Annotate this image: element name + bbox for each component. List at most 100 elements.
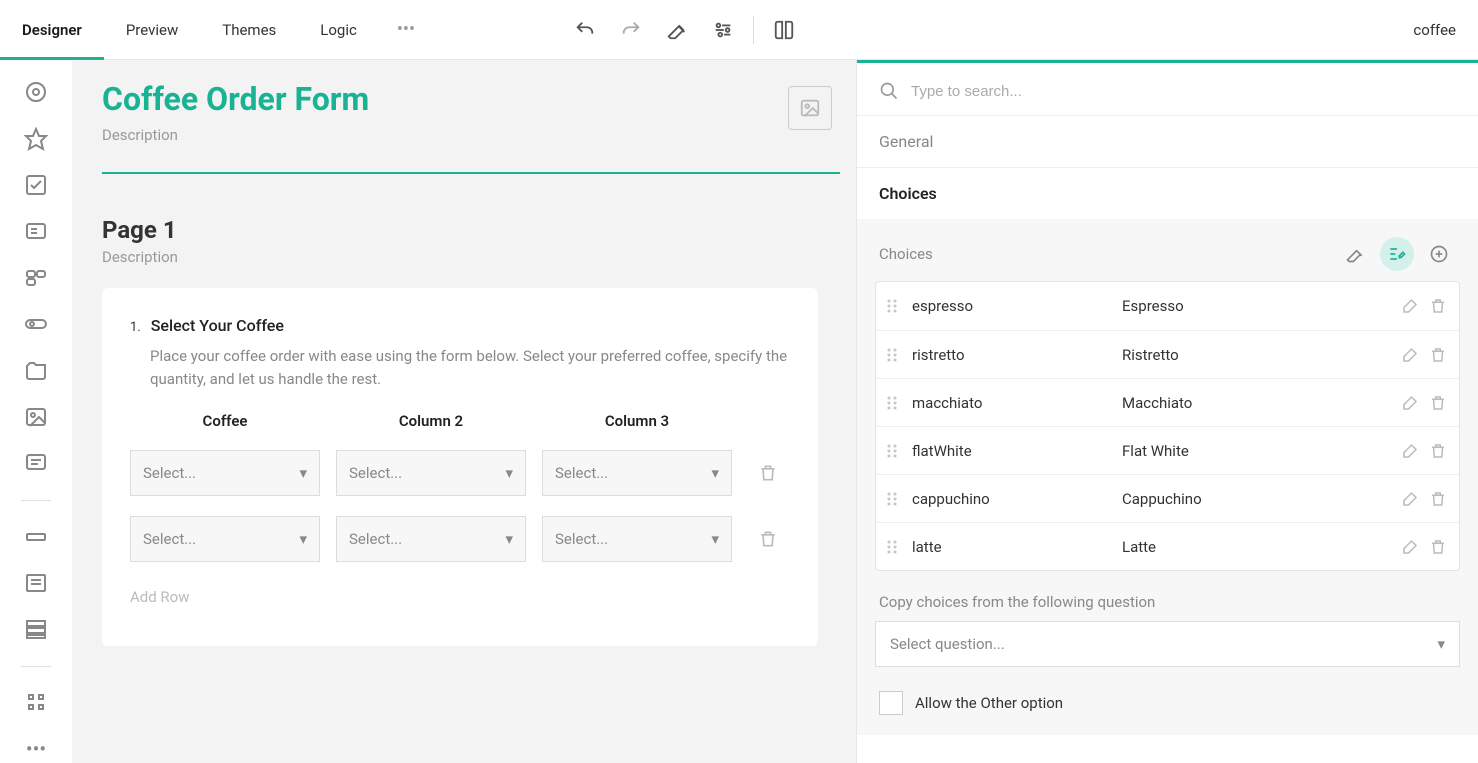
survey-name: coffee [1413,21,1478,39]
matrix-col-header[interactable]: Column 2 [336,412,526,430]
chevron-down-icon: ▾ [299,464,307,482]
section-choices[interactable]: Choices [857,168,1478,219]
drag-handle-icon[interactable] [886,491,898,507]
tool-dropdown-icon[interactable] [16,217,56,245]
tool-radiogroup-icon[interactable] [16,78,56,106]
question-title[interactable]: Select Your Coffee [151,316,284,335]
question-description[interactable]: Place your coffee order with ease using … [150,345,790,390]
tab-preview[interactable]: Preview [104,0,200,59]
drag-handle-icon[interactable] [886,443,898,459]
tool-matrix-icon[interactable] [16,615,56,643]
tool-image-icon[interactable] [16,403,56,431]
section-general[interactable]: General [857,116,1478,167]
edit-choice-icon[interactable] [1401,490,1419,508]
drag-handle-icon[interactable] [886,395,898,411]
search-input[interactable] [911,83,1456,100]
question-number: 1. [130,320,141,335]
choice-text[interactable]: Macchiato [1122,394,1401,412]
choice-text[interactable]: Espresso [1122,297,1401,315]
tab-themes[interactable]: Themes [200,0,298,59]
edit-choice-icon[interactable] [1401,538,1419,556]
choice-row[interactable]: cappuchinoCappuchino [876,474,1459,522]
form-title[interactable]: Coffee Order Form [102,80,369,118]
drag-handle-icon[interactable] [886,539,898,555]
delete-choice-icon[interactable] [1429,538,1447,556]
matrix-cell-select[interactable]: Select...▾ [130,450,320,496]
edit-choice-icon[interactable] [1401,346,1419,364]
edit-choice-icon[interactable] [1401,394,1419,412]
toolbar [563,8,806,52]
form-description[interactable]: Description [102,126,369,144]
delete-row-icon[interactable] [758,463,778,483]
choice-value[interactable]: latte [912,538,1122,556]
header-divider [102,172,840,174]
tool-more-icon[interactable]: ••• [16,735,56,763]
tab-designer[interactable]: Designer [0,0,104,59]
undo-button[interactable] [563,8,607,52]
chevron-down-icon: ▾ [505,464,513,482]
tool-multiline-icon[interactable] [16,569,56,597]
choice-text[interactable]: Cappuchino [1122,490,1401,508]
choice-row[interactable]: latteLatte [876,522,1459,570]
delete-choice-icon[interactable] [1429,346,1447,364]
choice-value[interactable]: espresso [912,297,1122,315]
image-placeholder-icon[interactable] [788,86,832,130]
redo-button[interactable] [609,8,653,52]
delete-choice-icon[interactable] [1429,490,1447,508]
matrix-cell-select[interactable]: Select...▾ [542,450,732,496]
drag-handle-icon[interactable] [886,298,898,314]
tool-separator [21,666,51,667]
design-canvas: Coffee Order Form Description Page 1 Des… [72,60,856,763]
matrix-cell-select[interactable]: Select...▾ [336,516,526,562]
delete-choice-icon[interactable] [1429,297,1447,315]
choice-value[interactable]: cappuchino [912,490,1122,508]
tab-logic[interactable]: Logic [298,0,379,59]
choice-row[interactable]: espressoEspresso [876,282,1459,330]
choice-list: espressoEspressoristrettoRistrettomacchi… [875,281,1460,571]
matrix-cell-select[interactable]: Select...▾ [130,516,320,562]
add-row-button[interactable]: Add Row [130,588,790,606]
delete-choice-icon[interactable] [1429,442,1447,460]
tool-tagbox-icon[interactable] [16,264,56,292]
batch-edit-icon[interactable] [1380,237,1414,271]
tool-boolean-icon[interactable] [16,310,56,338]
tool-panel-icon[interactable] [16,688,56,716]
choice-text[interactable]: Flat White [1122,442,1401,460]
matrix-col-header[interactable]: Coffee [130,412,320,430]
tool-comment-icon[interactable] [16,449,56,477]
matrix-cell-select[interactable]: Select...▾ [542,516,732,562]
page-description[interactable]: Description [102,248,840,266]
choice-text[interactable]: Latte [1122,538,1401,556]
delete-choice-icon[interactable] [1429,394,1447,412]
choice-row[interactable]: flatWhiteFlat White [876,426,1459,474]
docs-button[interactable] [762,8,806,52]
page-title[interactable]: Page 1 [102,216,840,244]
settings-button[interactable] [701,8,745,52]
tabs-more-icon[interactable]: ••• [379,0,433,59]
question-card[interactable]: 1. Select Your Coffee Place your coffee … [102,288,818,646]
tool-file-icon[interactable] [16,356,56,384]
choice-row[interactable]: macchiatoMacchiato [876,378,1459,426]
edit-choice-icon[interactable] [1401,442,1419,460]
tool-singleline-icon[interactable] [16,522,56,550]
drag-handle-icon[interactable] [886,347,898,363]
matrix-col-header[interactable]: Column 3 [542,412,732,430]
edit-choice-icon[interactable] [1401,297,1419,315]
erase-button[interactable] [655,8,699,52]
copy-choices-select[interactable]: Select question... ▾ [875,621,1460,667]
tool-rating-icon[interactable] [16,124,56,152]
matrix-row: Select...▾ Select...▾ Select...▾ [130,450,790,496]
chevron-down-icon: ▾ [711,464,719,482]
matrix-cell-select[interactable]: Select...▾ [336,450,526,496]
choice-value[interactable]: flatWhite [912,442,1122,460]
choice-text[interactable]: Ristretto [1122,346,1401,364]
clear-choices-icon[interactable] [1338,237,1372,271]
tool-checkbox-icon[interactable] [16,171,56,199]
delete-row-icon[interactable] [758,529,778,549]
allow-other-checkbox[interactable] [879,691,903,715]
choice-row[interactable]: ristrettoRistretto [876,330,1459,378]
top-bar: Designer Preview Themes Logic ••• c [0,0,1478,60]
add-choice-icon[interactable] [1422,237,1456,271]
choice-value[interactable]: macchiato [912,394,1122,412]
choice-value[interactable]: ristretto [912,346,1122,364]
